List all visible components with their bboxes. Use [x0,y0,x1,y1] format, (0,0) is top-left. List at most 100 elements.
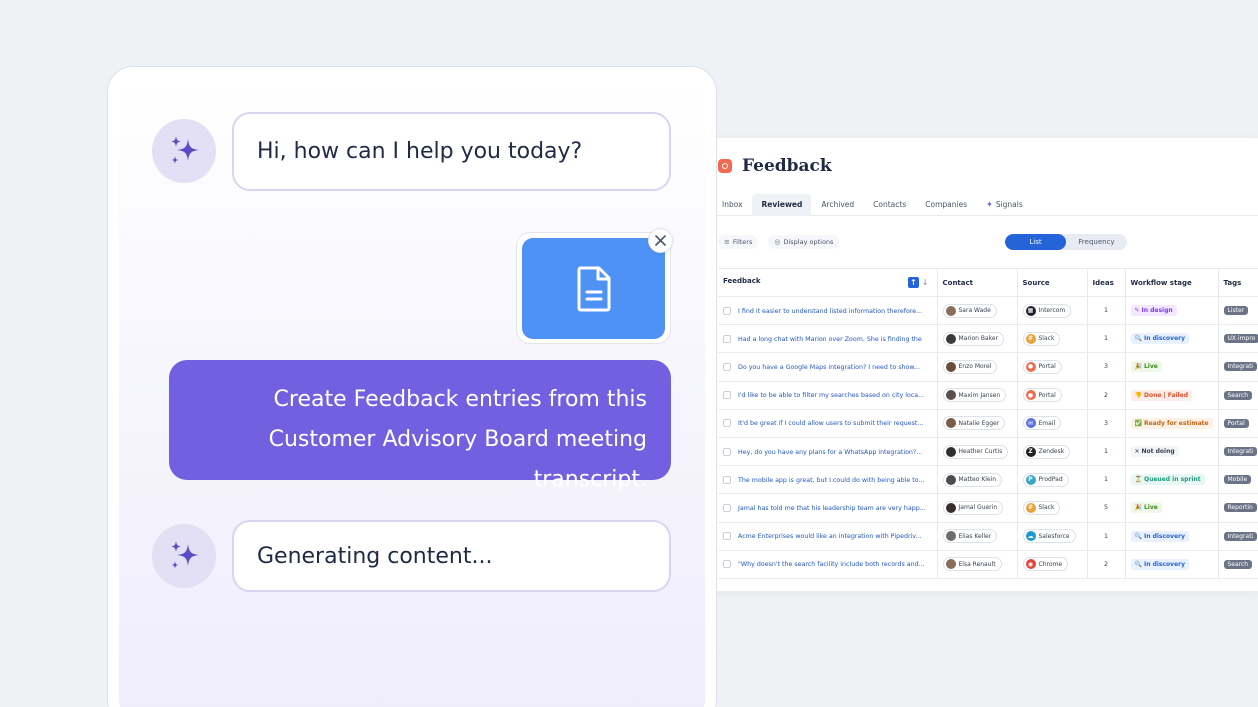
stage-label: Live [1143,363,1158,371]
row-checkbox[interactable] [723,560,731,569]
contact-chip[interactable]: Marion Baker [942,331,1005,346]
row-checkbox[interactable] [723,362,731,371]
stage-icon: 🔍 [1134,532,1142,540]
view-list-button[interactable]: List [1005,234,1066,250]
tag-badge[interactable]: Integrati [1223,447,1258,457]
contact-chip[interactable]: Matteo Klein [942,472,1003,487]
table-row[interactable]: It'd be great if I could allow users to … [718,409,1258,438]
column-header-tags[interactable]: Tags [1218,268,1258,297]
column-header-workflow-stage[interactable]: Workflow stage [1125,268,1219,297]
row-checkbox[interactable] [723,306,731,315]
feedback-panel: Feedback Inbox Reviewed Archived Contact… [712,138,1258,591]
tag-badge[interactable]: Integrati [1223,362,1258,372]
contact-chip[interactable]: Natalie Egger [942,416,1006,431]
tag-badge[interactable]: Portal [1223,418,1249,428]
workflow-stage-cell: ✎ In design [1125,296,1219,326]
feedback-text: Acme Enterprises would like an integrati… [738,533,922,541]
table-row[interactable]: Had a long chat with Marion over Zoom. S… [718,324,1258,354]
tag-badge[interactable]: Mobile [1223,475,1252,485]
table-row[interactable]: Acme Enterprises would like an integrati… [718,522,1258,551]
attached-file-card[interactable] [516,232,671,344]
status-badge[interactable]: 🔍 In discovery [1130,333,1190,345]
contact-chip[interactable]: Heather Curtis [942,444,1009,459]
row-checkbox[interactable] [723,419,731,428]
feedback-cell[interactable]: Acme Enterprises would like an integrati… [718,522,938,551]
row-checkbox[interactable] [723,503,731,512]
contact-name: Elsa Renault [958,560,996,568]
contact-chip[interactable]: Elias Keller [942,529,998,544]
row-checkbox[interactable] [723,532,731,541]
filters-button[interactable]: ≡ Filters [718,235,759,249]
contact-name: Enzo Morel [958,363,992,371]
stage-label: Not doing [1141,448,1175,456]
workflow-stage-cell: 🎉 Live [1125,493,1219,523]
feedback-cell[interactable]: It'd be great if I could allow users to … [718,409,938,438]
tab-signals[interactable]: ✦ Signals [976,194,1032,216]
contact-cell: Maxim Jansen [937,381,1018,410]
status-badge[interactable]: ⏳ Queued in sprint [1130,474,1205,486]
feedback-header: Feedback [718,156,832,176]
table-row[interactable]: Hey, do you have any plans for a WhatsAp… [718,437,1258,467]
column-header-source[interactable]: Source [1017,268,1088,297]
feedback-cell[interactable]: Hey, do you have any plans for a WhatsAp… [718,437,938,467]
source-name: Portal [1038,363,1056,371]
status-badge[interactable]: 🔍 In discovery [1130,558,1190,570]
tag-badge[interactable]: Integrati [1223,531,1258,541]
row-checkbox[interactable] [723,475,731,484]
feedback-cell[interactable]: Do you have a Google Maps integration? I… [718,352,938,382]
status-badge[interactable]: 👎 Done | Failed [1130,389,1193,401]
feedback-cell[interactable]: Jamal has told me that his leadership te… [718,493,938,523]
stage-icon: 🎉 [1134,504,1142,512]
status-badge[interactable]: 🎉 Live [1130,502,1162,514]
feedback-cell[interactable]: "Why doesn't the search facility include… [718,550,938,579]
feedback-text: Jamal has told me that his leadership te… [738,504,926,512]
feedback-text: I'd like to be able to filter my searche… [738,392,925,400]
row-checkbox[interactable] [723,391,731,400]
table-row[interactable]: Jamal has told me that his leadership te… [718,493,1258,523]
table-row[interactable]: I'd like to be able to filter my searche… [718,381,1258,410]
tag-badge[interactable]: Reportin [1223,503,1257,513]
source-chip: ● Portal [1022,388,1062,403]
tab-companies[interactable]: Companies [915,194,976,216]
contact-chip[interactable]: Maxim Jansen [942,388,1007,403]
contact-chip[interactable]: Jamal Guerin [942,500,1004,515]
sort-ascending-icon[interactable]: ↑ [907,277,919,288]
workflow-stage-cell: 🔍 In discovery [1125,522,1219,551]
tag-badge[interactable]: Search [1223,559,1253,569]
contact-chip[interactable]: Elsa Renault [942,557,1002,572]
contact-chip[interactable]: Enzo Morel [942,359,998,374]
status-badge[interactable]: ✕ Not doing [1130,446,1179,458]
row-checkbox[interactable] [723,334,731,343]
tab-inbox[interactable]: Inbox [712,194,752,216]
tag-badge[interactable]: Search [1223,390,1253,400]
row-checkbox[interactable] [723,447,731,456]
status-badge[interactable]: 🔍 In discovery [1130,530,1190,542]
column-header-feedback[interactable]: Feedback ↑ ↓ [718,268,938,297]
feedback-cell[interactable]: I find it easier to understand listed in… [718,296,938,326]
feedback-cell[interactable]: I'd like to be able to filter my searche… [718,381,938,410]
eye-icon: ◎ [774,238,781,246]
column-header-ideas[interactable]: Ideas [1087,268,1126,297]
feedback-toolbar: ≡ Filters ◎ Display options [718,235,840,249]
status-badge[interactable]: ✎ In design [1130,305,1177,317]
tab-archived[interactable]: Archived [811,194,863,216]
table-row[interactable]: Do you have a Google Maps integration? I… [718,352,1258,382]
tab-reviewed[interactable]: Reviewed [751,194,812,216]
table-row[interactable]: I find it easier to understand listed in… [718,296,1258,326]
tag-badge[interactable]: Lister [1223,306,1249,316]
sparkle-icon [171,136,199,164]
table-row[interactable]: "Why doesn't the search facility include… [718,550,1258,579]
contact-chip[interactable]: Sara Wade [942,303,997,318]
status-badge[interactable]: 🎉 Live [1130,361,1162,373]
tag-badge[interactable]: UX impro [1223,334,1258,344]
feedback-cell[interactable]: Had a long chat with Marion over Zoom. S… [718,324,938,354]
remove-attachment-button[interactable] [648,228,673,253]
sort-descending-icon[interactable]: ↓ [922,278,929,287]
column-header-contact[interactable]: Contact [937,268,1018,297]
status-badge[interactable]: ✅ Ready for estimate [1130,417,1213,429]
table-row[interactable]: The mobile app is great, but I could do … [718,465,1258,495]
view-frequency-button[interactable]: Frequency [1066,234,1127,250]
tab-contacts[interactable]: Contacts [863,194,915,216]
display-options-button[interactable]: ◎ Display options [768,235,840,249]
feedback-cell[interactable]: The mobile app is great, but I could do … [718,465,938,495]
